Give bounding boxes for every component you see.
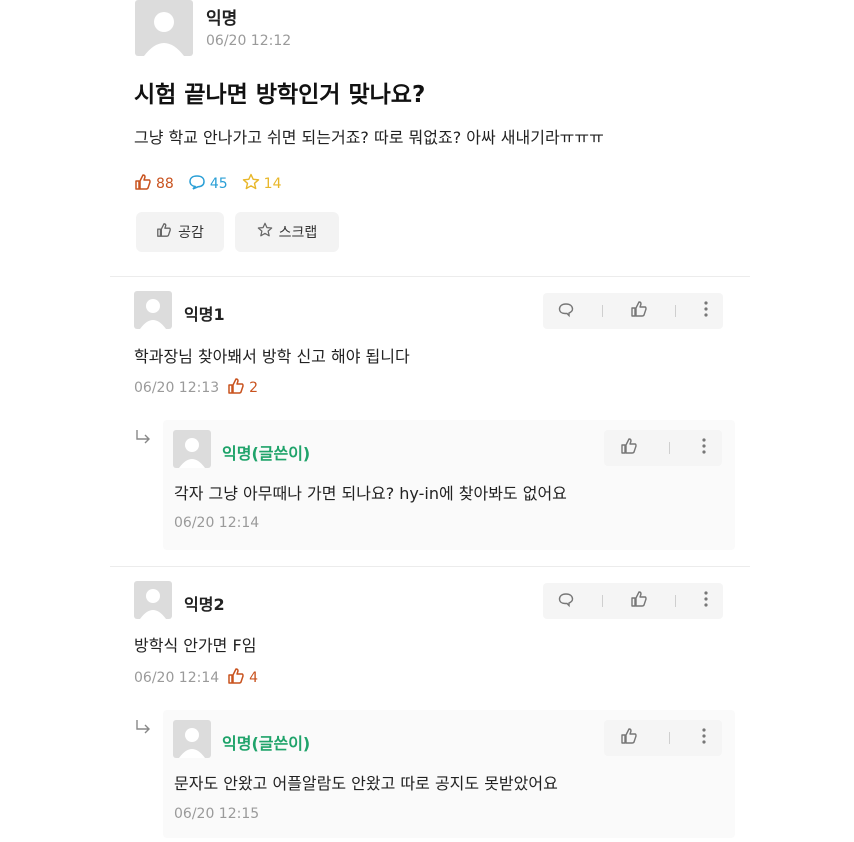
like-button[interactable]: 공감 (136, 212, 224, 252)
comment-time: 06/20 12:13 (134, 380, 220, 396)
comment-actions (543, 583, 723, 619)
thumbs-up-icon[interactable] (630, 300, 648, 322)
separator (601, 595, 603, 607)
thumbs-up-icon (134, 173, 152, 195)
reply-actions (604, 430, 722, 466)
comment-author: 익명2 (184, 595, 225, 614)
more-options-icon[interactable] (703, 590, 709, 612)
post-body: 그냥 학교 안나가고 쉬면 되는거죠? 따로 뭐없죠? 아싸 새내기라ㅠㅠㅠ (134, 128, 604, 147)
reply-text: 문자도 안왔고 어플알람도 안왔고 따로 공지도 못받았어요 (174, 774, 558, 793)
comment-actions (543, 293, 723, 329)
comment-text: 학과장님 찾아봬서 방학 신고 해야 됩니다 (134, 347, 410, 366)
reply-arrow-icon (134, 718, 152, 740)
comment-meta: 06/20 12:13 2 (134, 377, 258, 399)
like-button-label: 공감 (178, 225, 204, 241)
post-time: 06/20 12:12 (206, 33, 292, 49)
thumbs-up-icon (227, 377, 245, 399)
star-icon (257, 222, 273, 242)
post-like-count: 88 (156, 176, 174, 192)
thumbs-up-icon[interactable] (630, 590, 648, 612)
comment-like-count: 4 (249, 670, 259, 686)
post-stats: 88 45 14 (134, 173, 281, 195)
separator (675, 305, 677, 317)
comment-meta: 06/20 12:14 4 (134, 667, 258, 689)
post-author: 익명 (206, 9, 238, 29)
post-title: 시험 끝나면 방학인거 맞나요? (134, 82, 426, 108)
more-options-icon[interactable] (701, 727, 707, 749)
comment-reply-icon[interactable] (557, 300, 575, 322)
reply-actions (604, 720, 722, 756)
separator (601, 305, 603, 317)
more-options-icon[interactable] (701, 437, 707, 459)
reply-arrow-icon (134, 428, 152, 450)
comment-avatar (134, 581, 172, 619)
star-icon (242, 173, 260, 195)
post-avatar (135, 0, 193, 56)
comment-reply-icon[interactable] (557, 590, 575, 612)
reply-author: 익명(글쓴이) (222, 444, 311, 463)
divider (110, 566, 750, 567)
separator (675, 595, 677, 607)
reply-avatar (173, 720, 211, 758)
scrap-button[interactable]: 스크랩 (235, 212, 339, 252)
scrap-button-label: 스크랩 (278, 225, 318, 241)
comment-text: 방학식 안가면 F임 (134, 636, 257, 655)
thumbs-up-icon (156, 222, 172, 242)
thumbs-up-icon (227, 667, 245, 689)
reply-time: 06/20 12:15 (174, 806, 260, 822)
comment-icon (188, 173, 206, 195)
thumbs-up-icon[interactable] (620, 727, 638, 749)
post-scrap-count: 14 (263, 176, 282, 192)
comment-author: 익명1 (184, 305, 225, 324)
divider (110, 276, 750, 277)
reply-time: 06/20 12:14 (174, 515, 260, 531)
comment-avatar (134, 291, 172, 329)
comment-like-count: 2 (249, 380, 259, 396)
reply-avatar (173, 430, 211, 468)
separator (668, 732, 670, 744)
more-options-icon[interactable] (703, 300, 709, 322)
separator (668, 442, 670, 454)
reply-author: 익명(글쓴이) (222, 734, 311, 753)
thumbs-up-icon[interactable] (620, 437, 638, 459)
reply-text: 각자 그냥 아무때나 가면 되나요? hy-in에 찾아봐도 없어요 (174, 484, 567, 503)
comment-time: 06/20 12:14 (134, 670, 220, 686)
post-comment-count: 45 (209, 176, 228, 192)
